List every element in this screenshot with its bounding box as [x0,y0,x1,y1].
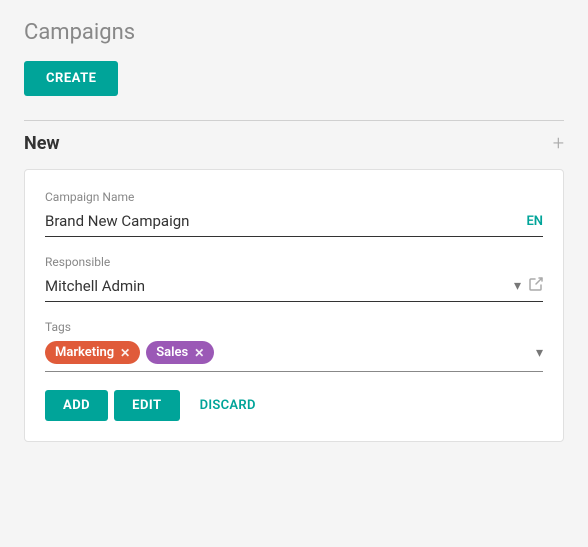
tag-sales-label: Sales [156,345,188,360]
create-button[interactable]: CREATE [24,61,118,96]
tags-dropdown-icon[interactable]: ▾ [536,345,543,361]
tags-group: Tags Marketing ✕ Sales ✕ ▾ [45,320,543,372]
campaign-name-input-row: EN [45,210,543,237]
responsible-dropdown-icon[interactable]: ▾ [514,278,521,294]
add-section-icon[interactable]: + [553,131,564,155]
page-container: Campaigns CREATE New + Campaign Name EN … [0,0,588,547]
action-buttons: ADD EDIT DISCARD [45,390,543,421]
section-title: New [24,133,60,154]
page-title: Campaigns [24,20,564,45]
tag-marketing: Marketing ✕ [45,341,140,364]
responsible-group: Responsible Mitchell Admin ▾ [45,255,543,302]
lang-badge[interactable]: EN [526,214,543,229]
campaign-name-input[interactable] [45,210,518,232]
responsible-value: Mitchell Admin [45,275,510,297]
responsible-label: Responsible [45,255,543,269]
tag-sales: Sales ✕ [146,341,214,364]
discard-button[interactable]: DISCARD [186,390,270,421]
external-link-icon[interactable] [529,277,543,295]
responsible-select-row: Mitchell Admin ▾ [45,275,543,302]
form-card: Campaign Name EN Responsible Mitchell Ad… [24,169,564,442]
campaign-name-group: Campaign Name EN [45,190,543,237]
edit-button[interactable]: EDIT [114,390,179,421]
section-header: New + [24,121,564,165]
tag-marketing-close[interactable]: ✕ [120,346,130,360]
tags-label: Tags [45,320,543,334]
add-button[interactable]: ADD [45,390,108,421]
campaign-name-label: Campaign Name [45,190,543,204]
tag-marketing-label: Marketing [55,345,114,360]
tags-input-row[interactable]: Marketing ✕ Sales ✕ ▾ [45,340,543,372]
tag-sales-close[interactable]: ✕ [194,346,204,360]
